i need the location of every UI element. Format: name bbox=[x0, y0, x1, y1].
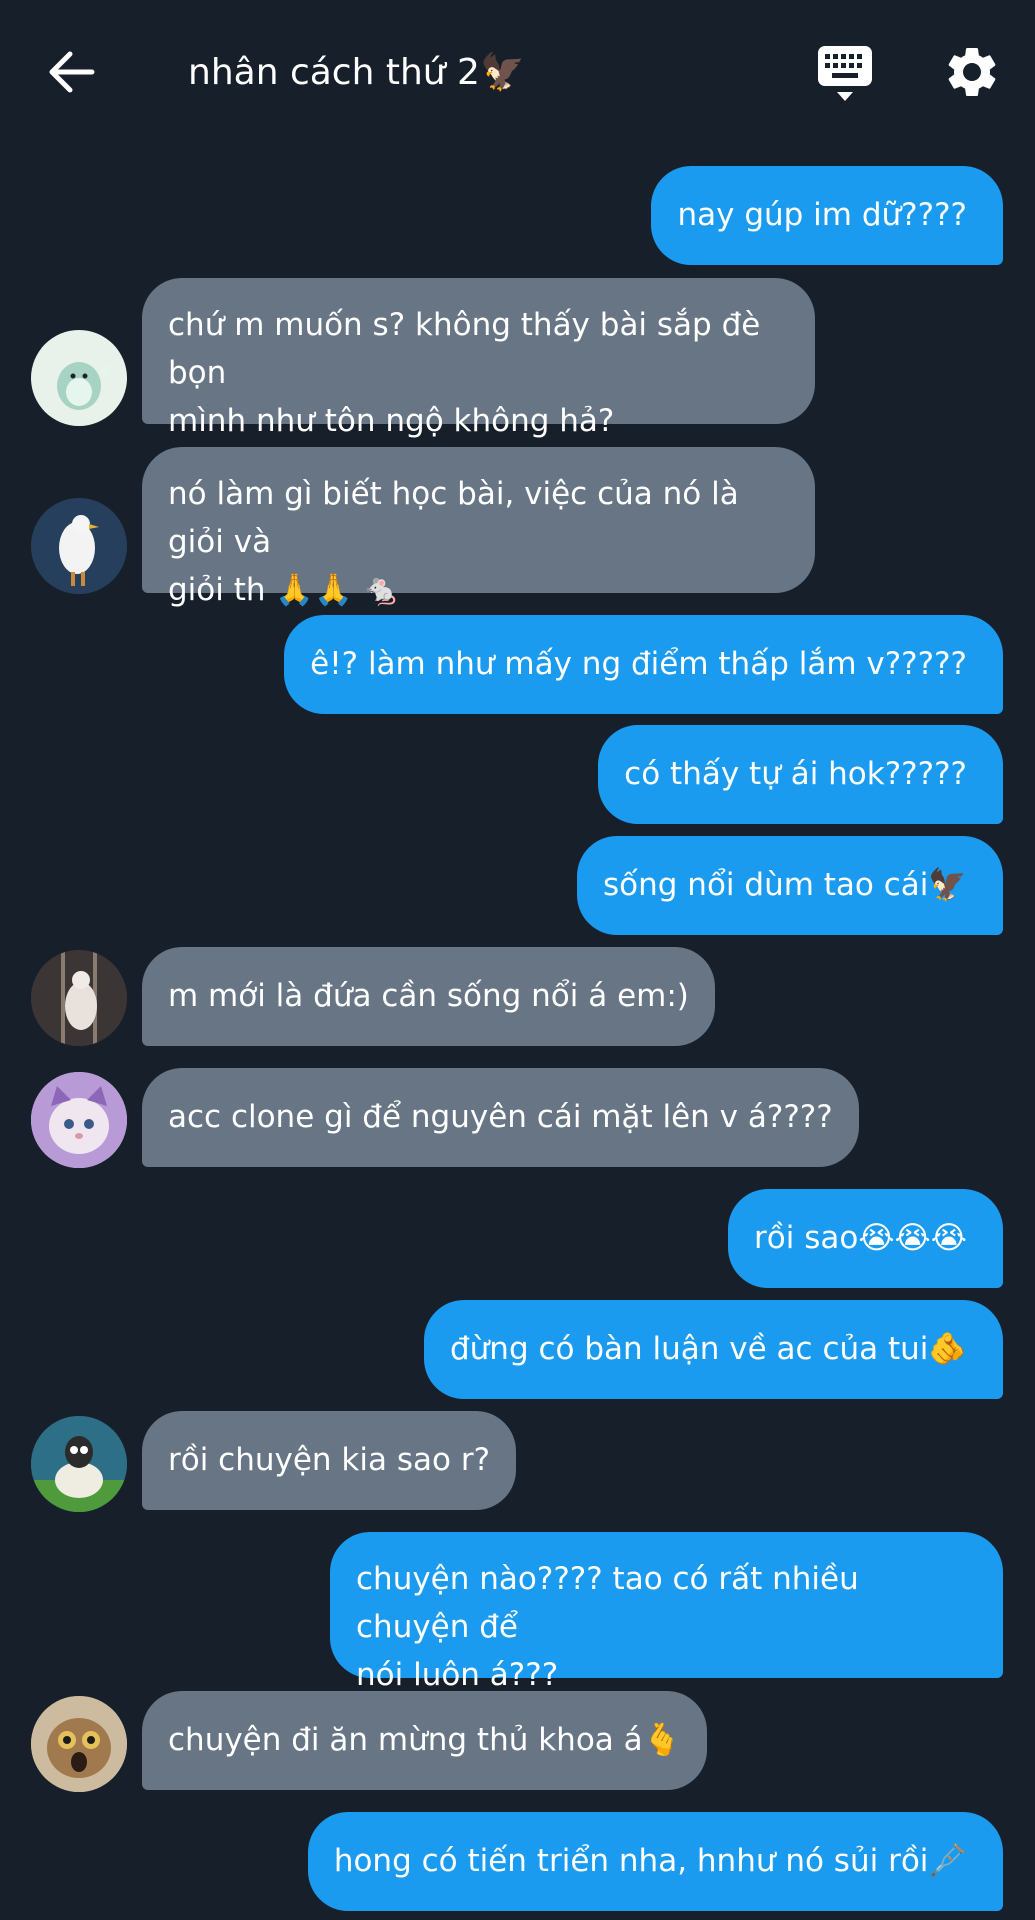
message-incoming[interactable]: rồi chuyện kia sao r? bbox=[142, 1411, 517, 1510]
message-outgoing[interactable]: sống nổi dùm tao cái🦅 bbox=[577, 836, 1003, 935]
message-outgoing[interactable]: chuyện nào???? tao có rất nhiều chuyện đ… bbox=[330, 1532, 1003, 1693]
message-incoming[interactable]: chuyện đi ăn mừng thủ khoa á🫰 bbox=[142, 1691, 708, 1790]
avatar-dinosaur[interactable] bbox=[31, 330, 127, 426]
avatar-cat-face[interactable] bbox=[31, 1696, 127, 1792]
message-outgoing[interactable]: ê!? làm như mấy ng điểm thấp lắm v????? bbox=[284, 615, 1003, 714]
avatar-sheep[interactable] bbox=[31, 1416, 127, 1512]
message-incoming[interactable]: chứ m muốn s? không thấy bài sắp đè bọn … bbox=[142, 278, 815, 439]
chat-title: nhân cách thứ 2🦅 bbox=[188, 52, 525, 93]
message-outgoing[interactable]: hong có tiến triển nha, hnhư nó sủi rồi🩼 bbox=[307, 1812, 1003, 1911]
keyboard-icon bbox=[818, 46, 872, 101]
message-text: acc clone gì để nguyên cái mặt lên v á??… bbox=[168, 1099, 833, 1135]
avatar-seagull[interactable] bbox=[31, 498, 127, 594]
arrow-left-icon bbox=[49, 51, 95, 93]
cat-face-icon bbox=[31, 1696, 127, 1792]
message-text: sống nổi dùm tao cái🦅 bbox=[603, 867, 967, 903]
message-text: chứ m muốn s? không thấy bài sắp đè bọn … bbox=[168, 307, 761, 439]
message-text: có thấy tự ái hok????? bbox=[624, 756, 967, 792]
chat-header: nhân cách thứ 2🦅 bbox=[0, 0, 1035, 150]
message-text: rồi sao😭😭😭 bbox=[754, 1220, 967, 1256]
avatar-rat[interactable] bbox=[31, 950, 127, 1046]
message-text: hong có tiến triển nha, hnhư nó sủi rồi🩼 bbox=[333, 1843, 967, 1879]
message-text: chuyện nào???? tao có rất nhiều chuyện đ… bbox=[356, 1561, 859, 1693]
sheep-icon bbox=[31, 1416, 127, 1512]
message-text: nó làm gì biết học bài, việc của nó là g… bbox=[168, 476, 739, 608]
settings-button[interactable] bbox=[942, 42, 1002, 102]
message-outgoing[interactable]: có thấy tự ái hok????? bbox=[598, 725, 1003, 824]
rat-icon bbox=[31, 950, 127, 1046]
message-text: ê!? làm như mấy ng điểm thấp lắm v????? bbox=[310, 646, 967, 682]
message-incoming[interactable]: acc clone gì để nguyên cái mặt lên v á??… bbox=[142, 1068, 859, 1167]
message-incoming[interactable]: nó làm gì biết học bài, việc của nó là g… bbox=[142, 447, 815, 608]
message-outgoing[interactable]: nay gúp im dữ???? bbox=[651, 166, 1003, 265]
message-text: rồi chuyện kia sao r? bbox=[168, 1442, 491, 1478]
message-outgoing[interactable]: rồi sao😭😭😭 bbox=[728, 1189, 1003, 1288]
gear-icon bbox=[948, 47, 996, 96]
keyboard-button[interactable] bbox=[816, 44, 874, 104]
message-text: nay gúp im dữ???? bbox=[677, 197, 967, 233]
message-text: đừng có bàn luận về ac của tui🫵 bbox=[449, 1331, 967, 1367]
seagull-icon bbox=[31, 498, 127, 594]
message-outgoing[interactable]: đừng có bàn luận về ac của tui🫵 bbox=[423, 1300, 1003, 1399]
back-button[interactable] bbox=[44, 44, 100, 100]
message-text: chuyện đi ăn mừng thủ khoa á🫰 bbox=[168, 1722, 682, 1758]
dinosaur-icon bbox=[57, 362, 111, 410]
message-incoming[interactable]: m mới là đứa cần sống nổi á em:) bbox=[142, 947, 715, 1046]
avatar-cat-purple[interactable] bbox=[31, 1072, 127, 1168]
cat-icon bbox=[31, 1072, 127, 1168]
message-text: m mới là đứa cần sống nổi á em:) bbox=[168, 978, 689, 1014]
